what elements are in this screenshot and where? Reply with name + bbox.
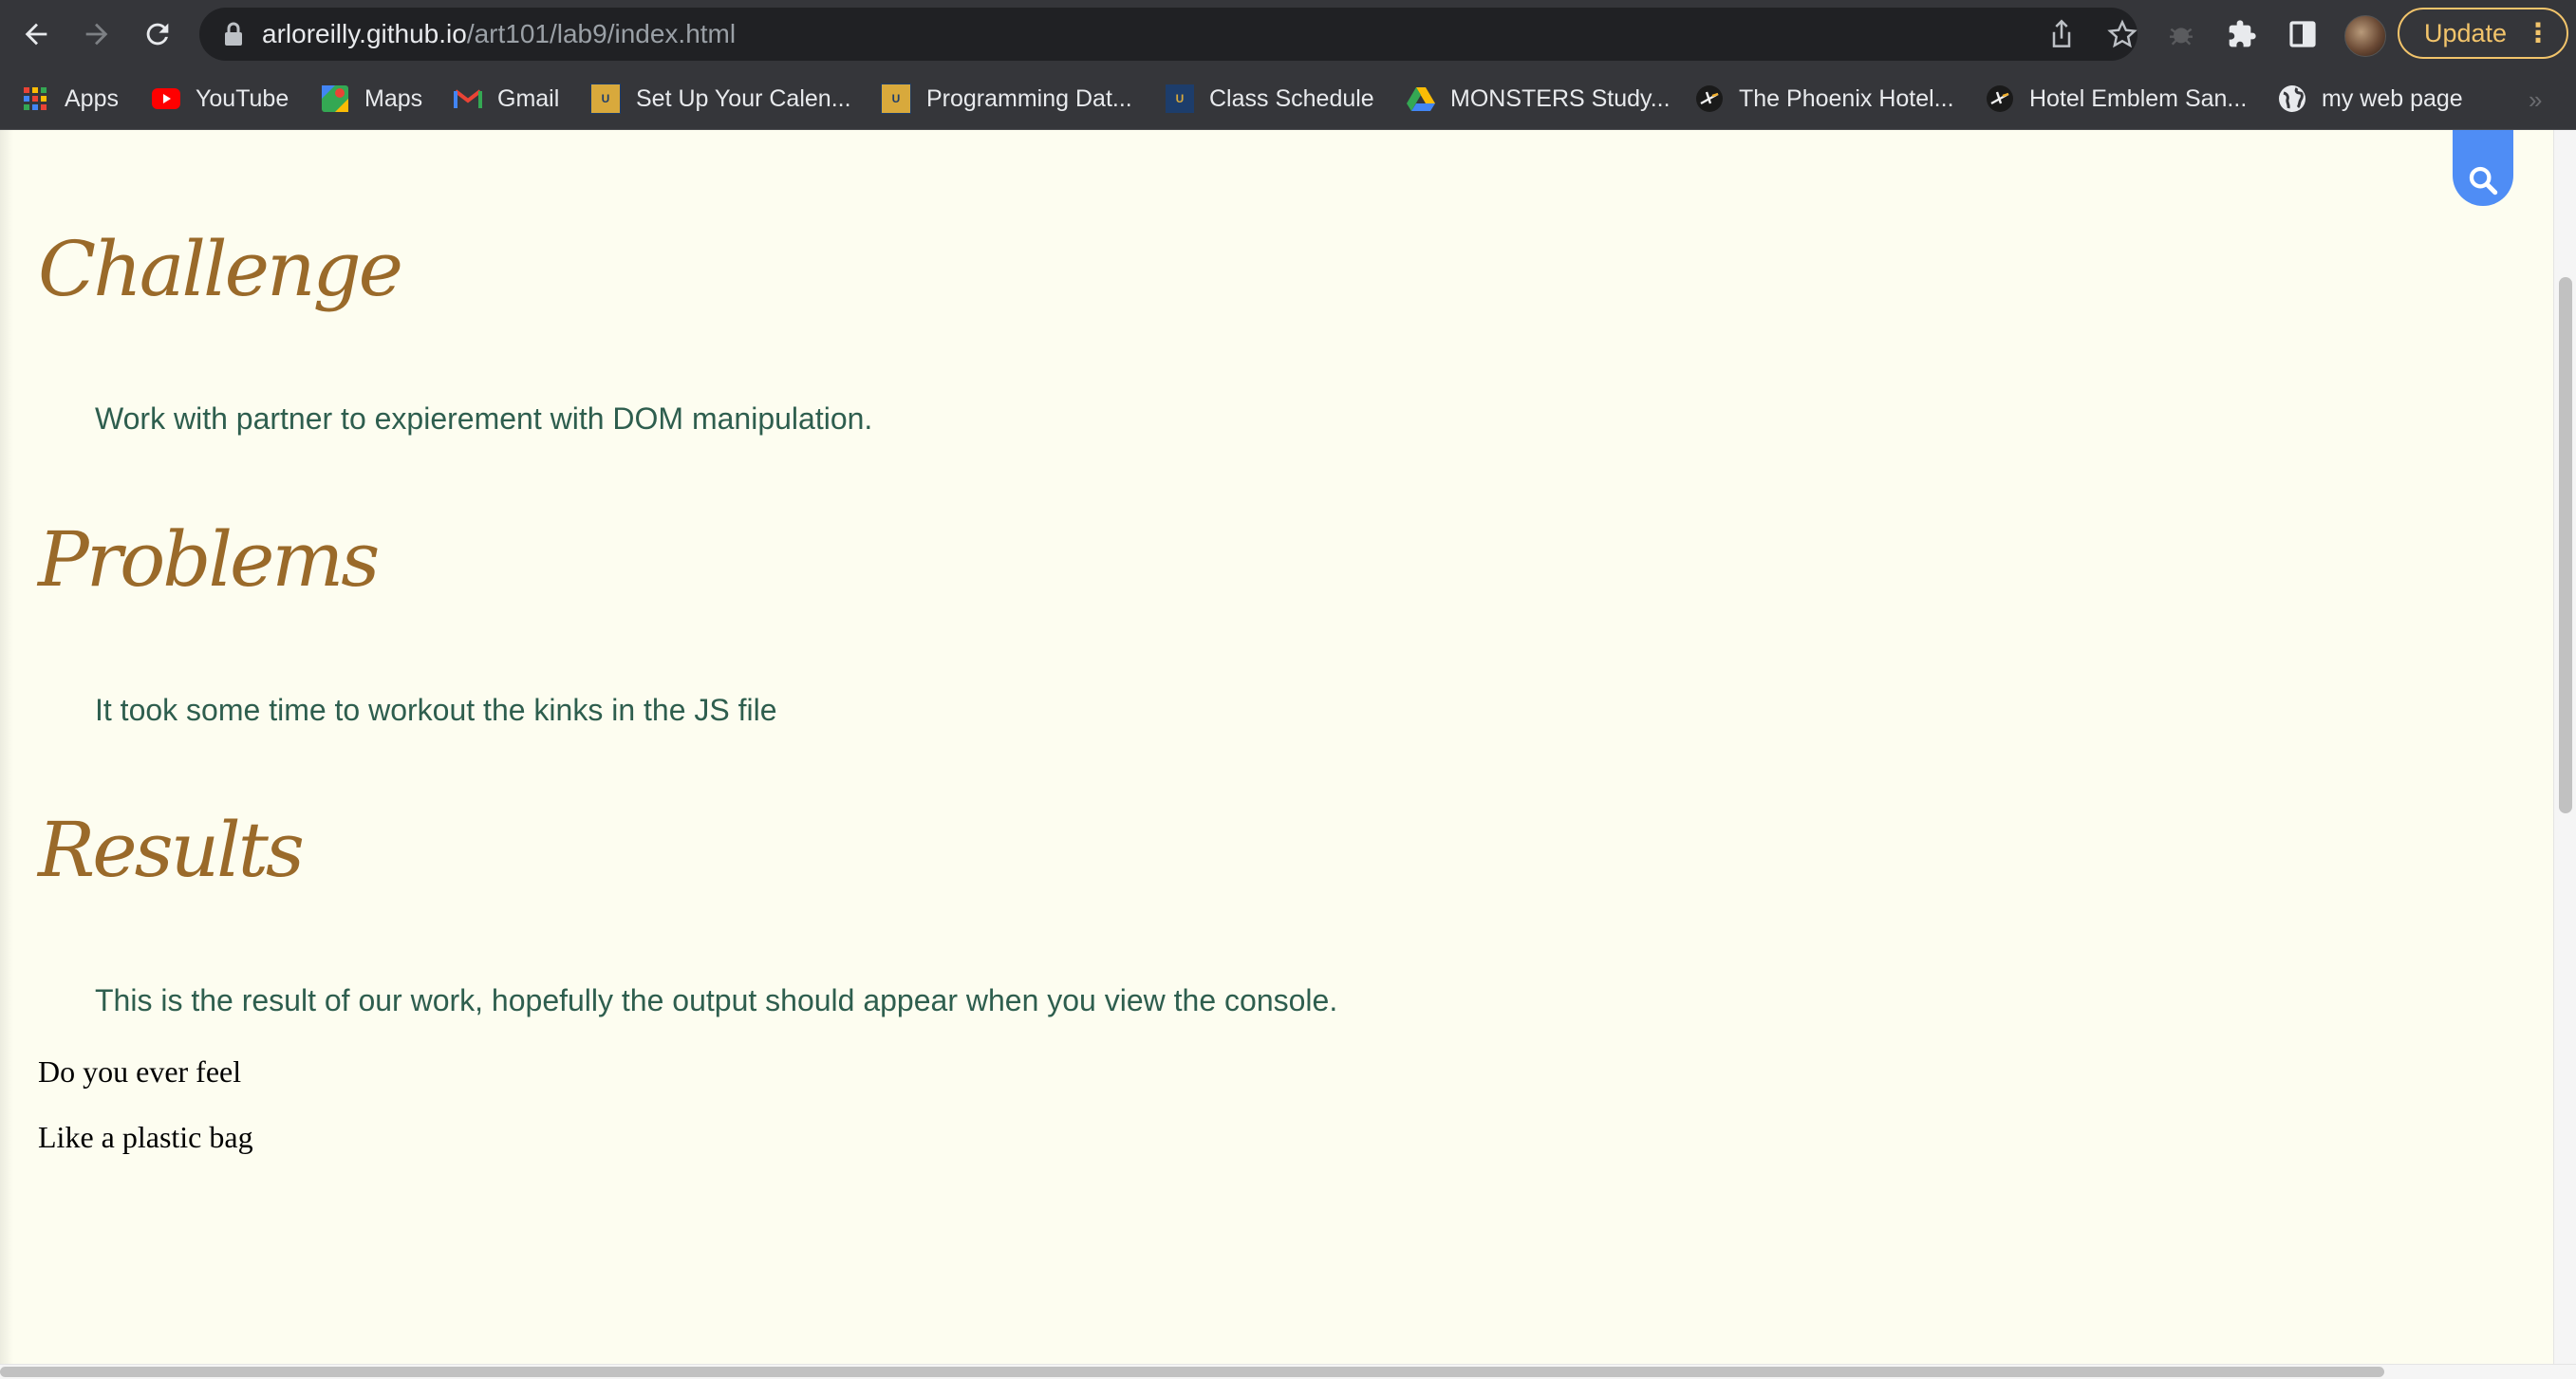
bookmark-my-web-page[interactable]: my web page — [2278, 68, 2463, 129]
horizontal-scroll-thumb[interactable] — [0, 1367, 2384, 1377]
bookmark-class-schedule[interactable]: U Class Schedule — [1166, 68, 1374, 129]
maps-icon — [321, 84, 349, 113]
bookmark-label: Set Up Your Calen... — [636, 84, 851, 112]
bookmark-label: Maps — [364, 84, 423, 112]
update-button[interactable]: Update ⋮ — [2398, 8, 2568, 59]
gmail-icon — [454, 84, 482, 113]
bookmark-label: MONSTERS Study... — [1450, 84, 1671, 112]
bookmark-maps[interactable]: Maps — [321, 68, 422, 129]
bookmark-label: Hotel Emblem San... — [2029, 84, 2248, 112]
search-icon — [2469, 166, 2498, 196]
bookmark-apps[interactable]: Apps — [21, 68, 119, 129]
youtube-icon — [152, 84, 180, 113]
heading-results: Results — [38, 806, 305, 894]
vertical-scrollbar[interactable] — [2553, 130, 2576, 1364]
forward-arrow-icon[interactable] — [72, 9, 121, 59]
heading-challenge: Challenge — [38, 225, 403, 313]
extension-bug-icon[interactable] — [2162, 15, 2200, 53]
bookmarks-bar: Apps YouTube Maps Gmail U Set Up Your Ca… — [0, 68, 2576, 130]
page-content: Challenge Work with partner to expiereme… — [0, 130, 2553, 1364]
bookmark-phoenix-hotel[interactable]: The Phoenix Hotel... — [1695, 68, 1954, 129]
star-icon[interactable] — [2105, 17, 2139, 51]
hotel-icon — [1986, 84, 2014, 113]
kebab-menu-icon[interactable]: ⋮ — [2525, 9, 2551, 57]
drive-icon — [1407, 84, 1435, 113]
back-arrow-icon[interactable] — [11, 9, 61, 59]
horizontal-scrollbar[interactable] — [0, 1364, 2576, 1379]
search-button[interactable] — [2453, 130, 2513, 206]
bookmark-monsters-study[interactable]: MONSTERS Study... — [1407, 68, 1671, 129]
bookmark-label: Gmail — [497, 84, 560, 112]
output-line: Like a plastic bag — [38, 1120, 253, 1154]
profile-avatar[interactable] — [2344, 15, 2386, 57]
bookmark-gmail[interactable]: Gmail — [454, 68, 559, 129]
lock-icon[interactable] — [216, 17, 251, 51]
output-line: Do you ever feel — [38, 1054, 242, 1089]
reload-icon[interactable] — [133, 9, 182, 59]
update-label: Update — [2424, 19, 2508, 47]
vertical-scroll-thumb[interactable] — [2559, 277, 2572, 813]
puzzle-icon[interactable] — [2223, 15, 2261, 53]
browser-toolbar: arloreilly.github.io/art101/lab9/index.h… — [0, 0, 2576, 68]
bookmark-set-up-calendar[interactable]: U Set Up Your Calen... — [590, 68, 851, 129]
ucsc-icon: U — [1166, 84, 1194, 113]
bookmark-hotel-emblem[interactable]: Hotel Emblem San... — [1986, 68, 2247, 129]
bookmark-label: The Phoenix Hotel... — [1739, 84, 1954, 112]
apps-grid-icon — [21, 84, 49, 113]
hotel-icon — [1695, 84, 1724, 113]
more-bookmarks-chevron-icon[interactable]: » — [2529, 85, 2542, 115]
bookmark-label: YouTube — [196, 84, 289, 112]
address-bar[interactable]: arloreilly.github.io/art101/lab9/index.h… — [199, 8, 2137, 61]
side-panel-icon[interactable] — [2284, 15, 2322, 53]
bookmark-label: Programming Dat... — [926, 84, 1132, 112]
globe-icon — [2278, 84, 2306, 113]
ucsc-icon: U — [881, 84, 911, 114]
heading-problems: Problems — [38, 515, 380, 604]
bookmark-label: my web page — [2322, 84, 2463, 112]
ucsc-icon: U — [590, 84, 621, 114]
bookmark-programming[interactable]: U Programming Dat... — [881, 68, 1132, 129]
url-text[interactable]: arloreilly.github.io/art101/lab9/index.h… — [262, 8, 736, 61]
share-icon[interactable] — [2044, 17, 2079, 51]
left-edge-shadow — [0, 130, 13, 1364]
problems-text: It took some time to workout the kinks i… — [95, 693, 777, 727]
results-text: This is the result of our work, hopefull… — [95, 983, 1338, 1017]
bookmark-youtube[interactable]: YouTube — [152, 68, 289, 129]
bookmark-label: Apps — [65, 84, 119, 112]
challenge-text: Work with partner to expierement with DO… — [95, 401, 873, 436]
bookmark-label: Class Schedule — [1209, 84, 1374, 112]
